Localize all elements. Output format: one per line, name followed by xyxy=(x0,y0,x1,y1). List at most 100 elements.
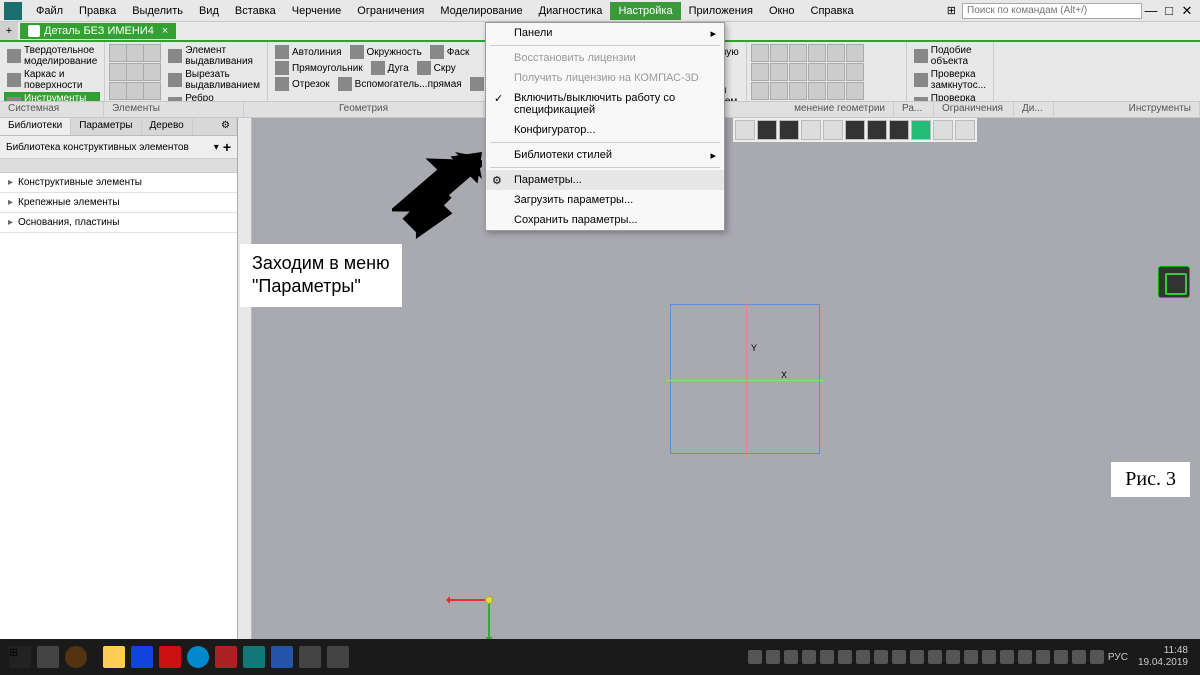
tray-icon[interactable] xyxy=(1018,650,1032,664)
menu-drawing[interactable]: Черчение xyxy=(284,2,350,20)
minimize-button[interactable]: — xyxy=(1142,3,1160,18)
tray-icon[interactable] xyxy=(784,650,798,664)
view-tool-icon[interactable] xyxy=(845,120,865,140)
qtool-icon[interactable] xyxy=(109,44,127,62)
dd-parameters[interactable]: ⚙Параметры... xyxy=(486,170,724,190)
wireframe-surfaces-button[interactable]: Каркас иповерхности xyxy=(4,68,100,92)
c-icon[interactable] xyxy=(808,82,826,100)
tray-icon[interactable] xyxy=(1036,650,1050,664)
view-tool-icon[interactable] xyxy=(757,120,777,140)
dd-load-params[interactable]: Загрузить параметры... xyxy=(486,190,724,210)
document-tab[interactable]: Деталь БЕЗ ИМЕНИ4 × xyxy=(20,23,176,39)
c-icon[interactable] xyxy=(846,82,864,100)
c-icon[interactable] xyxy=(789,63,807,81)
tray-icon[interactable] xyxy=(982,650,996,664)
new-doc-button[interactable]: + xyxy=(0,22,18,40)
c-icon[interactable] xyxy=(846,63,864,81)
menu-file[interactable]: Файл xyxy=(28,2,71,20)
library-add-button[interactable]: + xyxy=(223,139,231,155)
cut-extrude-button[interactable]: Вырезатьвыдавливанием xyxy=(165,68,263,92)
fillet-button[interactable]: Скру xyxy=(414,60,459,76)
taskbar-app-icon[interactable] xyxy=(299,646,321,668)
view-tool-icon[interactable] xyxy=(867,120,887,140)
tray-icon[interactable] xyxy=(964,650,978,664)
c-icon[interactable] xyxy=(827,63,845,81)
tray-icon[interactable] xyxy=(766,650,780,664)
dd-toggle-spec[interactable]: ✓Включить/выключить работу со спецификац… xyxy=(486,88,724,120)
c-icon[interactable] xyxy=(770,44,788,62)
qtool-icon[interactable] xyxy=(143,44,161,62)
tray-icon[interactable] xyxy=(928,650,942,664)
chamfer-button[interactable]: Фаск xyxy=(427,44,473,60)
taskbar-app-icon[interactable] xyxy=(131,646,153,668)
view-tool-icon[interactable] xyxy=(955,120,975,140)
menu-select[interactable]: Выделить xyxy=(124,2,191,20)
tray-icon[interactable] xyxy=(1054,650,1068,664)
taskbar-app-icon[interactable] xyxy=(159,646,181,668)
sketch-tools-button[interactable]: Инструментыэскиза xyxy=(4,92,100,102)
tray-icon[interactable] xyxy=(946,650,960,664)
sketch-plane[interactable]: Y X xyxy=(670,304,820,454)
view-tool-icon[interactable] xyxy=(889,120,909,140)
tray-icon[interactable] xyxy=(820,650,834,664)
c-icon[interactable] xyxy=(808,63,826,81)
c-icon[interactable] xyxy=(751,44,769,62)
extrude-button[interactable]: Элементвыдавливания xyxy=(165,44,263,68)
list-item[interactable]: ▸Основания, пластины xyxy=(0,213,237,233)
language-indicator[interactable]: РУС xyxy=(1108,652,1128,663)
taskbar-app-icon[interactable] xyxy=(327,646,349,668)
dd-configurator[interactable]: Конфигуратор... xyxy=(486,120,724,140)
menu-constraints[interactable]: Ограничения xyxy=(349,2,432,20)
menu-diagnostics[interactable]: Диагностика xyxy=(531,2,611,20)
view-tool-icon[interactable] xyxy=(823,120,843,140)
c-icon[interactable] xyxy=(808,44,826,62)
taskbar-app-icon[interactable] xyxy=(215,646,237,668)
similar-object-button[interactable]: Подобиеобъекта xyxy=(911,44,989,68)
tray-icon[interactable] xyxy=(838,650,852,664)
tray-icon[interactable] xyxy=(856,650,870,664)
dd-save-params[interactable]: Сохранить параметры... xyxy=(486,210,724,230)
sidebar-tab-libraries[interactable]: Библиотеки xyxy=(0,118,71,135)
tray-icon[interactable] xyxy=(1090,650,1104,664)
dd-panels[interactable]: Панели xyxy=(486,23,724,43)
menu-apps[interactable]: Приложения xyxy=(681,2,761,20)
command-search-input[interactable] xyxy=(962,3,1142,19)
menu-window[interactable]: Окно xyxy=(761,2,803,20)
qtool-icon[interactable] xyxy=(109,82,127,100)
c-icon[interactable] xyxy=(827,82,845,100)
check-closed2-button[interactable]: Проверказамкнутос... xyxy=(911,92,989,102)
sidebar-gear-icon[interactable]: ⚙ xyxy=(215,118,237,135)
qtool-icon[interactable] xyxy=(109,63,127,81)
menu-modeling[interactable]: Моделирование xyxy=(432,2,530,20)
c-icon[interactable] xyxy=(827,44,845,62)
list-item[interactable]: ▸Крепежные элементы xyxy=(0,193,237,213)
qtool-icon[interactable] xyxy=(126,63,144,81)
sidebar-tab-tree[interactable]: Дерево xyxy=(142,118,193,135)
solid-modeling-button[interactable]: Твердотельноемоделирование xyxy=(4,44,100,68)
qtool-icon[interactable] xyxy=(126,82,144,100)
tray-icon[interactable] xyxy=(748,650,762,664)
sketch-mode-icon[interactable] xyxy=(1158,266,1190,298)
c-icon[interactable] xyxy=(751,82,769,100)
maximize-button[interactable]: □ xyxy=(1160,3,1178,18)
c-icon[interactable] xyxy=(770,63,788,81)
c-icon[interactable] xyxy=(751,63,769,81)
circle-button[interactable]: Окружность xyxy=(347,44,425,60)
menu-edit[interactable]: Правка xyxy=(71,2,124,20)
tray-icon[interactable] xyxy=(874,650,888,664)
menu-view[interactable]: Вид xyxy=(191,2,227,20)
list-item[interactable]: ▸Конструктивные элементы xyxy=(0,173,237,193)
menu-help[interactable]: Справка xyxy=(803,2,862,20)
start-button[interactable]: ⊞ xyxy=(9,646,31,668)
view-tool-icon[interactable] xyxy=(779,120,799,140)
autoline-button[interactable]: Автолиния xyxy=(272,44,345,60)
workspace-icon[interactable]: ⊞ xyxy=(947,4,956,17)
view-tool-icon[interactable] xyxy=(801,120,821,140)
tray-icon[interactable] xyxy=(910,650,924,664)
close-tab-icon[interactable]: × xyxy=(162,25,168,37)
taskview-icon[interactable] xyxy=(37,646,59,668)
view-tool-icon[interactable] xyxy=(933,120,953,140)
check-closed-button[interactable]: Проверказамкнутос... xyxy=(911,68,989,92)
menu-settings[interactable]: Настройка xyxy=(610,2,680,20)
edge-icon[interactable] xyxy=(187,646,209,668)
